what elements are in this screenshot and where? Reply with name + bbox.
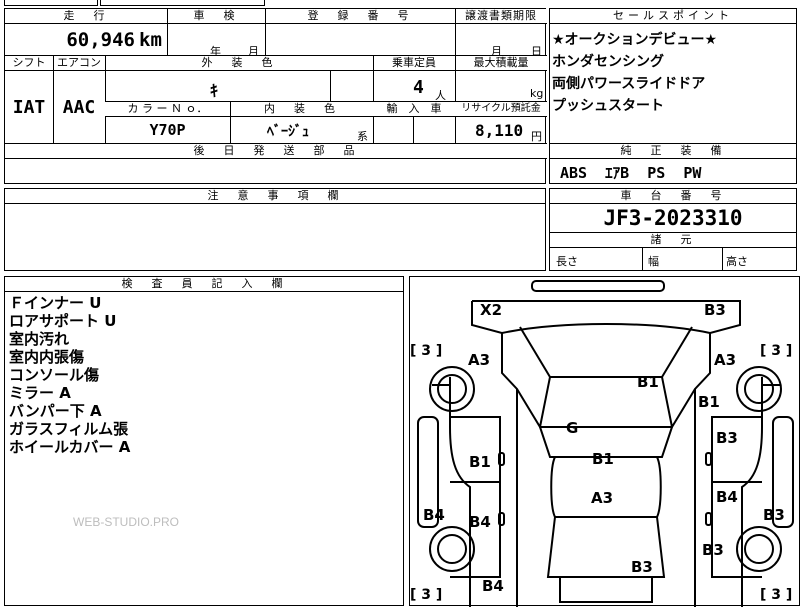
recycle-label: リサイクル預託金 [455,102,547,116]
damage-label: B3 [631,558,653,576]
inspection-label: 車 検 [167,9,265,23]
damage-label: B1 [698,393,720,411]
max-load-label: 最大積載量 [455,56,547,70]
later-parts-label: 後 日 発 送 部 品 [5,144,547,158]
damage-label: B1 [637,373,659,391]
damage-label: X2 [480,301,502,319]
capacity-value: 4 [413,77,424,98]
damage-label: B3 [702,541,724,559]
equipment-label: 純 正 装 備 [550,144,796,158]
damage-label: B4 [469,513,491,531]
notes-label: 注 意 事 項 欄 [5,189,545,203]
top-cut-cell-1 [4,0,98,6]
ac-label: エアコン [53,56,105,70]
ac-value: AAC [62,97,96,118]
interior-color-value: ﾍﾞｰｼﾞｭ [267,124,309,140]
sales-points-list: ★オークションデビュー★ ホンダセンシング 両側パワースライドドア プッシュスタ… [552,29,717,117]
watermark: WEB-STUDIO.PRO [73,515,180,529]
damage-label: B1 [592,450,614,468]
sales-point-item: ★オークションデビュー★ [552,32,718,48]
chassis-box: 車 台 番 号 JF3-2023310 諸 元 長さ 幅 高さ [549,188,797,271]
bracket-label: [ 3 ] [760,587,792,603]
notes-box: 注 意 事 項 欄 [4,188,546,271]
max-load-unit: kg [530,87,544,100]
interior-color-suffix: 系 [357,130,368,143]
inspector-note: ミラー A [9,384,71,402]
damage-label: B4 [482,577,504,595]
equipment-value: ABS ｴｱB PS PW [560,164,702,182]
sales-point-item: プッシュスタート [552,98,664,114]
damage-label: B3 [704,301,726,319]
interior-color-label: 内 装 色 [230,102,373,116]
bracket-label: [ 3 ] [410,343,442,359]
import-label: 輸 入 車 [373,102,455,116]
damage-label: B1 [469,453,491,471]
car-diagram: X2 B3 A3 A3 B1 B1 G B3 B1 B1 A3 B4 B4 B4… [410,280,794,607]
mileage-label: 走 行 [5,9,167,23]
vehicle-info-table: 走 行 車 検 登 録 番 号 譲渡書類期限 60,946 km 年 月 月 日… [4,8,547,184]
exterior-color-value: ｷ [210,81,219,100]
capacity-label: 乗車定員 [373,56,455,70]
inspector-note: 室内汚れ [9,330,70,348]
inspector-note: バンパー下 A [9,402,102,420]
damage-label: B3 [763,506,785,524]
chassis-label: 車 台 番 号 [550,189,796,203]
damage-label: A3 [714,351,736,369]
damage-label: B3 [716,429,738,447]
color-no-label: カ ラ ー Ｎ ｏ． [105,102,230,116]
damage-label: A3 [591,489,613,507]
damage-label: B4 [423,506,445,524]
exterior-color-label: 外 装 色 [105,56,373,70]
inspector-label: 検 査 員 記 入 欄 [5,277,403,291]
inspector-box: 検 査 員 記 入 欄 Ｆインナー U ロアサポート U 室内汚れ 室内内張傷 … [4,276,404,606]
length-label: 長さ [556,255,578,268]
inspector-note: コンソール傷 [9,366,100,384]
inspector-note: ホイールカバー A [9,438,131,456]
chassis-number: JF3-2023310 [603,206,743,230]
sales-points-box: セールスポイント ★オークションデビュー★ ホンダセンシング 両側パワースライド… [549,8,797,184]
registration-label: 登 録 番 号 [265,9,455,23]
recycle-fee-value: 8,110 [475,121,524,140]
damage-label: A3 [468,351,490,369]
damage-label: G [566,419,578,437]
width-label: 幅 [648,255,659,268]
car-diagram-box: X2 B3 A3 A3 B1 B1 G B3 B1 B1 A3 B4 B4 B4… [409,276,800,607]
bracket-label: [ 3 ] [410,587,442,603]
sales-point-item: ホンダセンシング [552,54,664,70]
mileage-unit: km [139,29,162,51]
shift-label: シフト [5,56,53,70]
inspector-notes: Ｆインナー U ロアサポート U 室内汚れ 室内内張傷 コンソール傷 ミラー A… [9,294,130,456]
color-no-value: Y70P [149,121,186,139]
shift-value: IAT [12,97,46,118]
inspector-note: ロアサポート U [9,312,117,330]
inspector-note: ガラスフィルム張 [9,420,129,438]
top-cut-cell-2 [100,0,265,6]
transfer-deadline-label: 譲渡書類期限 [455,9,547,23]
inspector-note: 室内内張傷 [9,348,85,366]
damage-label: B4 [716,488,738,506]
sales-point-item: 両側パワースライドドア [552,76,706,92]
sales-points-label: セールスポイント [550,9,796,23]
dimensions-label: 諸 元 [550,233,796,247]
mileage-value: 60,946 [66,29,135,51]
recycle-fee-unit: 円 [531,130,542,143]
bracket-label: [ 3 ] [760,343,792,359]
inspector-note: Ｆインナー U [9,294,102,312]
height-label: 高さ [726,255,748,268]
